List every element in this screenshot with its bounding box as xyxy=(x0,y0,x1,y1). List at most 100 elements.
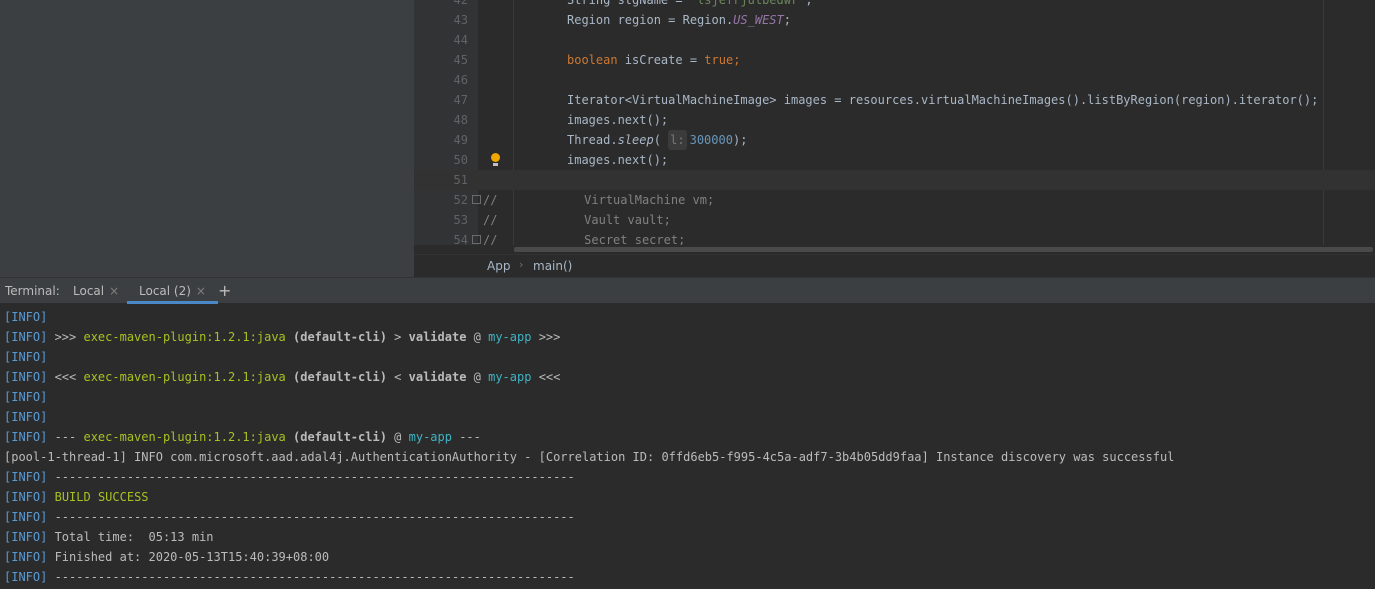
code-line[interactable]: 42 String stgName = "lsjefrjulbedwr"; xyxy=(414,0,1375,10)
terminal-text: ----------------------------------------… xyxy=(47,570,575,584)
terminal-line: [INFO] ---------------------------------… xyxy=(4,567,575,587)
terminal-line: [INFO] Finished at: 2020-05-13T15:40:39+… xyxy=(4,547,329,567)
code-line[interactable]: 43 Region region = Region.US_WEST; xyxy=(414,10,1375,30)
code-line[interactable]: 48 images.next(); xyxy=(414,110,1375,130)
code-line[interactable]: 47 Iterator<VirtualMachineImage> images =… xyxy=(414,90,1375,110)
add-tab-icon[interactable]: + xyxy=(218,281,231,300)
terminal-text: (default-cli) xyxy=(285,430,387,444)
project-panel xyxy=(0,0,414,277)
code-text: Iterator<VirtualMachineImage> images = r… xyxy=(567,90,1318,110)
terminal-line: [INFO] ---------------------------------… xyxy=(4,467,575,487)
terminal-text: > xyxy=(386,330,409,344)
tab-local-2[interactable]: Local (2) × xyxy=(127,278,218,304)
terminal-text: ----------------------------------------… xyxy=(47,510,575,524)
log-level-label: [INFO] xyxy=(4,490,48,504)
code-token: images.next(); xyxy=(567,153,669,167)
breadcrumb-item-class[interactable]: App xyxy=(487,259,510,273)
log-level-label: [INFO] xyxy=(4,430,48,444)
line-number: 42 xyxy=(453,0,468,7)
log-level-label: [INFO] xyxy=(4,310,48,324)
terminal-text: my-app xyxy=(488,370,532,384)
terminal-text: [pool-1-thread-1] INFO com.microsoft.aad… xyxy=(4,450,1175,464)
terminal-text: < xyxy=(386,370,409,384)
code-line[interactable]: 53 // Vault vault; xyxy=(414,210,1375,230)
line-number: 45 xyxy=(453,53,468,67)
line-number: 44 xyxy=(453,33,468,47)
terminal-text: @ xyxy=(466,370,489,384)
code-token: boolean xyxy=(567,53,618,67)
line-number: 48 xyxy=(453,113,468,127)
code-line[interactable]: 46 xyxy=(414,70,1375,90)
line-number: 47 xyxy=(453,93,468,107)
code-token: sleep xyxy=(617,133,654,147)
terminal-text: >>> xyxy=(47,330,84,344)
code-line[interactable]: 45 boolean isCreate = true; xyxy=(414,50,1375,70)
code-line[interactable]: 49 Thread.sleep( l: 300000); xyxy=(414,130,1375,150)
terminal-line: [INFO] xyxy=(4,347,47,367)
line-number: 52 xyxy=(453,193,468,207)
code-token: Iterator<VirtualMachineImage> images = r… xyxy=(567,93,1319,107)
terminal-line: [INFO] xyxy=(4,387,47,407)
code-token: ; xyxy=(805,0,813,7)
horizontal-scrollbar[interactable] xyxy=(414,245,1375,254)
code-text: String stgName = "lsjefrjulbedwr"; xyxy=(567,0,813,10)
terminal-line: [INFO] xyxy=(4,407,47,427)
code-line[interactable]: 52 // VirtualMachine vm; xyxy=(414,190,1375,210)
terminal-text: --- xyxy=(451,430,481,444)
code-token: US_WEST xyxy=(733,13,784,27)
tab-local[interactable]: Local × xyxy=(73,278,119,304)
terminal-text: >>> xyxy=(531,330,561,344)
terminal-line: [INFO] BUILD SUCCESS xyxy=(4,487,149,507)
code-line[interactable]: 44 xyxy=(414,30,1375,50)
lightbulb-icon[interactable] xyxy=(491,153,500,166)
terminal-text: <<< xyxy=(47,370,84,384)
terminal-text: exec-maven-plugin:1.2.1:java xyxy=(83,370,286,384)
fold-icon[interactable] xyxy=(472,195,481,204)
close-icon[interactable]: × xyxy=(196,284,206,298)
code-text: Thread.sleep( l: 300000); xyxy=(567,130,747,150)
line-number: 49 xyxy=(453,133,468,147)
terminal-line: [INFO] --- exec-maven-plugin:1.2.1:java … xyxy=(4,427,481,447)
chevron-right-icon: › xyxy=(519,258,524,271)
terminal-line: [INFO] Total time: 05:13 min xyxy=(4,527,214,547)
terminal-text: @ xyxy=(466,330,489,344)
terminal-text: --- xyxy=(47,430,84,444)
terminal-header: Terminal: Local × Local (2) × + xyxy=(0,277,1375,304)
log-level-label: [INFO] xyxy=(4,530,48,544)
terminal-line: [INFO] ---------------------------------… xyxy=(4,507,575,527)
terminal-line: [INFO] <<< exec-maven-plugin:1.2.1:java … xyxy=(4,367,560,387)
terminal-text: (default-cli) xyxy=(285,370,387,384)
close-icon[interactable]: × xyxy=(109,284,119,298)
tab-label: Local (2) xyxy=(139,284,191,298)
terminal-text: my-app xyxy=(408,430,452,444)
terminal-text: validate xyxy=(408,330,467,344)
code-token: isCreate = xyxy=(617,53,705,67)
code-text: // Vault vault; xyxy=(483,210,671,230)
code-token: ); xyxy=(732,133,748,147)
log-level-label: [INFO] xyxy=(4,330,48,344)
code-token: Thread. xyxy=(567,133,618,147)
terminal-text: @ xyxy=(386,430,409,444)
terminal-text: Finished at: 2020-05-13T15:40:39+08:00 xyxy=(47,550,330,564)
code-token: // VirtualMachine vm; xyxy=(483,193,715,207)
horizontal-scrollbar-thumb[interactable] xyxy=(514,247,1373,252)
code-token: String stgName = xyxy=(567,0,690,7)
code-editor[interactable]: 42 String stgName = "lsjefrjulbedwr"; 43 Re… xyxy=(414,0,1375,254)
code-token: "lsjefrjulbedwr" xyxy=(689,0,806,7)
code-line[interactable]: 51 xyxy=(414,170,1375,190)
fold-icon[interactable] xyxy=(472,235,481,244)
breadcrumb-item-method[interactable]: main() xyxy=(533,259,572,273)
log-level-label: [INFO] xyxy=(4,470,48,484)
code-token: ; xyxy=(783,13,791,27)
code-line[interactable]: 50 images.next(); xyxy=(414,150,1375,170)
terminal-output[interactable]: [INFO] [INFO] >>> exec-maven-plugin:1.2.1… xyxy=(0,304,1375,589)
log-level-label: [INFO] xyxy=(4,370,48,384)
code-token: 300000 xyxy=(689,133,733,147)
terminal-text: my-app xyxy=(488,330,532,344)
terminal-text: (default-cli) xyxy=(285,330,387,344)
line-number: 51 xyxy=(453,173,468,187)
tab-label: Local xyxy=(73,284,105,298)
terminal-line: [INFO] xyxy=(4,307,47,327)
terminal-text: ----------------------------------------… xyxy=(47,470,575,484)
